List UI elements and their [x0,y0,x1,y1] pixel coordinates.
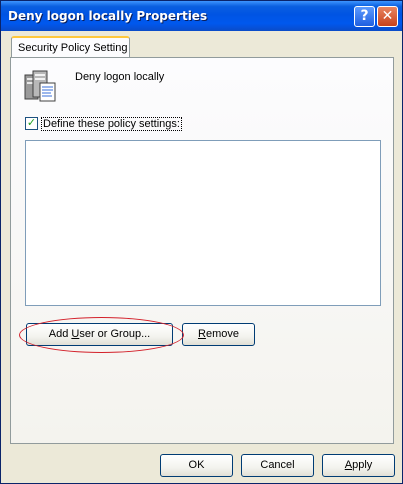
remove-button-mnemonic: R [198,328,206,340]
policy-servers-icon [24,70,56,102]
properties-dialog: Deny logon locally Properties ? ✕ Securi… [0,0,403,484]
ok-button[interactable]: OK [160,454,233,477]
window-title: Deny logon locally Properties [8,9,208,23]
policy-name: Deny logon locally [75,71,165,83]
users-groups-list[interactable] [25,140,381,306]
add-button-suffix: ser or Group... [79,328,151,340]
help-button[interactable]: ? [354,6,375,27]
remove-button-suffix: emove [205,328,239,340]
define-policy-label[interactable]: Define these policy settings: [41,117,182,131]
define-policy-checkbox[interactable]: ✓ [25,117,38,130]
apply-button-suffix: pply [352,459,373,471]
title-bar[interactable]: Deny logon locally Properties ? ✕ [1,1,402,31]
remove-button[interactable]: Remove [182,323,255,346]
close-button[interactable]: ✕ [377,6,398,27]
apply-button[interactable]: Apply [322,454,395,477]
add-button-prefix: Add [48,328,72,340]
add-user-or-group-button[interactable]: Add User or Group... [26,323,173,346]
cancel-button[interactable]: Cancel [241,454,314,477]
tab-security-policy-setting[interactable]: Security Policy Setting [11,36,130,58]
apply-button-mnemonic: A [344,459,353,471]
